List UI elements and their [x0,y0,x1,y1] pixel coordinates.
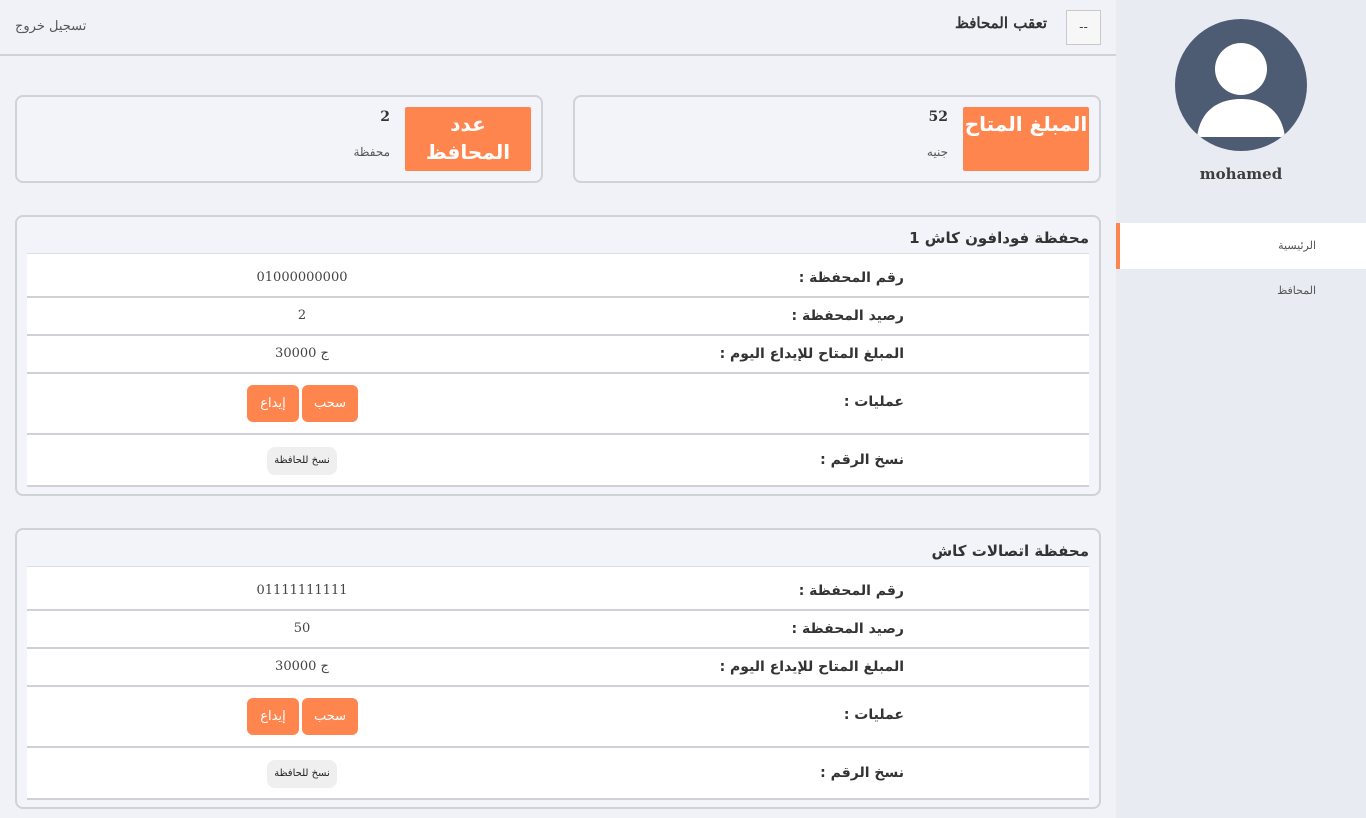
wallet-title: محفظة فودافون كاش 1 [909,229,1089,247]
withdraw-button[interactable]: سحب [302,385,358,422]
available-amount-value: 52 [928,109,948,125]
wallet-count-unit: محفظة [353,145,390,159]
avatar [1175,19,1307,151]
wallet-count-badge: عدد المحافظ [405,107,531,171]
table-row: رصيد المحفظة : 50 [27,611,1089,649]
copy-number-label: نسخ الرقم : [820,765,904,781]
sidebar-item-home[interactable]: الرئيسية [1116,223,1366,269]
wallet-details-table: رقم المحفظة : 01000000000 رصيد المحفظة :… [27,253,1089,487]
wallet-balance-value: 50 [293,621,311,636]
available-amount-card: المبلغ المتاح 52 جنيه [573,95,1101,183]
wallet-number-label: رقم المحفظة : [798,583,904,599]
sidebar: mohamed الرئيسية المحافظ [1116,0,1366,818]
table-row: عمليات : سحب إيداع [27,374,1089,435]
daily-limit-value: 30000 ج [275,346,329,361]
deposit-button[interactable]: إيداع [247,698,299,735]
table-row: رصيد المحفظة : 2 [27,298,1089,336]
wallet-count-card: عدد المحافظ 2 محفظة [15,95,543,183]
available-amount-unit: جنيه [926,145,948,159]
wallet-balance-label: رصيد المحفظة : [791,621,904,637]
copy-to-clipboard-button[interactable]: نسخ للحافظة [267,447,337,475]
table-row: المبلغ المتاح للإيداع اليوم : 30000 ج [27,649,1089,687]
wallet-number-value: 01000000000 [256,270,348,285]
wallet-number-value: 01111111111 [256,583,348,598]
daily-limit-label: المبلغ المتاح للإيداع اليوم : [719,659,904,675]
available-amount-badge: المبلغ المتاح [963,107,1089,171]
wallet-balance-value: 2 [297,308,307,323]
page-title: تعقب المحافظ [954,14,1047,32]
user-silhouette-icon [1197,43,1285,137]
daily-limit-label: المبلغ المتاح للإيداع اليوم : [719,346,904,362]
deposit-button[interactable]: إيداع [247,385,299,422]
operations-label: عمليات : [843,707,904,723]
wallet-number-label: رقم المحفظة : [798,270,904,286]
wallet-details-table: رقم المحفظة : 01111111111 رصيد المحفظة :… [27,566,1089,800]
copy-to-clipboard-button[interactable]: نسخ للحافظة [267,760,337,788]
table-row: رقم المحفظة : 01111111111 [27,573,1089,611]
logout-link[interactable]: تسجيل خروج [15,19,86,34]
wallet-card: محفظة فودافون كاش 1 رقم المحفظة : 010000… [15,215,1101,496]
withdraw-button[interactable]: سحب [302,698,358,735]
operations-label: عمليات : [843,394,904,410]
table-row: المبلغ المتاح للإيداع اليوم : 30000 ج [27,336,1089,374]
wallet-card: محفظة اتصالات كاش رقم المحفظة : 01111111… [15,528,1101,809]
daily-limit-value: 30000 ج [275,659,329,674]
top-bar: -- تعقب المحافظ تسجيل خروج [0,0,1116,56]
username: mohamed [1199,165,1283,183]
sidebar-item-wallets[interactable]: المحافظ [1116,268,1366,314]
wallet-balance-label: رصيد المحفظة : [791,308,904,324]
table-row: رقم المحفظة : 01000000000 [27,260,1089,298]
wallet-count-value: 2 [380,109,390,125]
copy-number-label: نسخ الرقم : [820,452,904,468]
menu-toggle-button[interactable]: -- [1066,10,1101,45]
table-row: عمليات : سحب إيداع [27,687,1089,748]
wallet-title: محفظة اتصالات كاش [931,542,1089,560]
table-row: نسخ الرقم : نسخ للحافظة [27,748,1089,800]
table-row: نسخ الرقم : نسخ للحافظة [27,435,1089,487]
